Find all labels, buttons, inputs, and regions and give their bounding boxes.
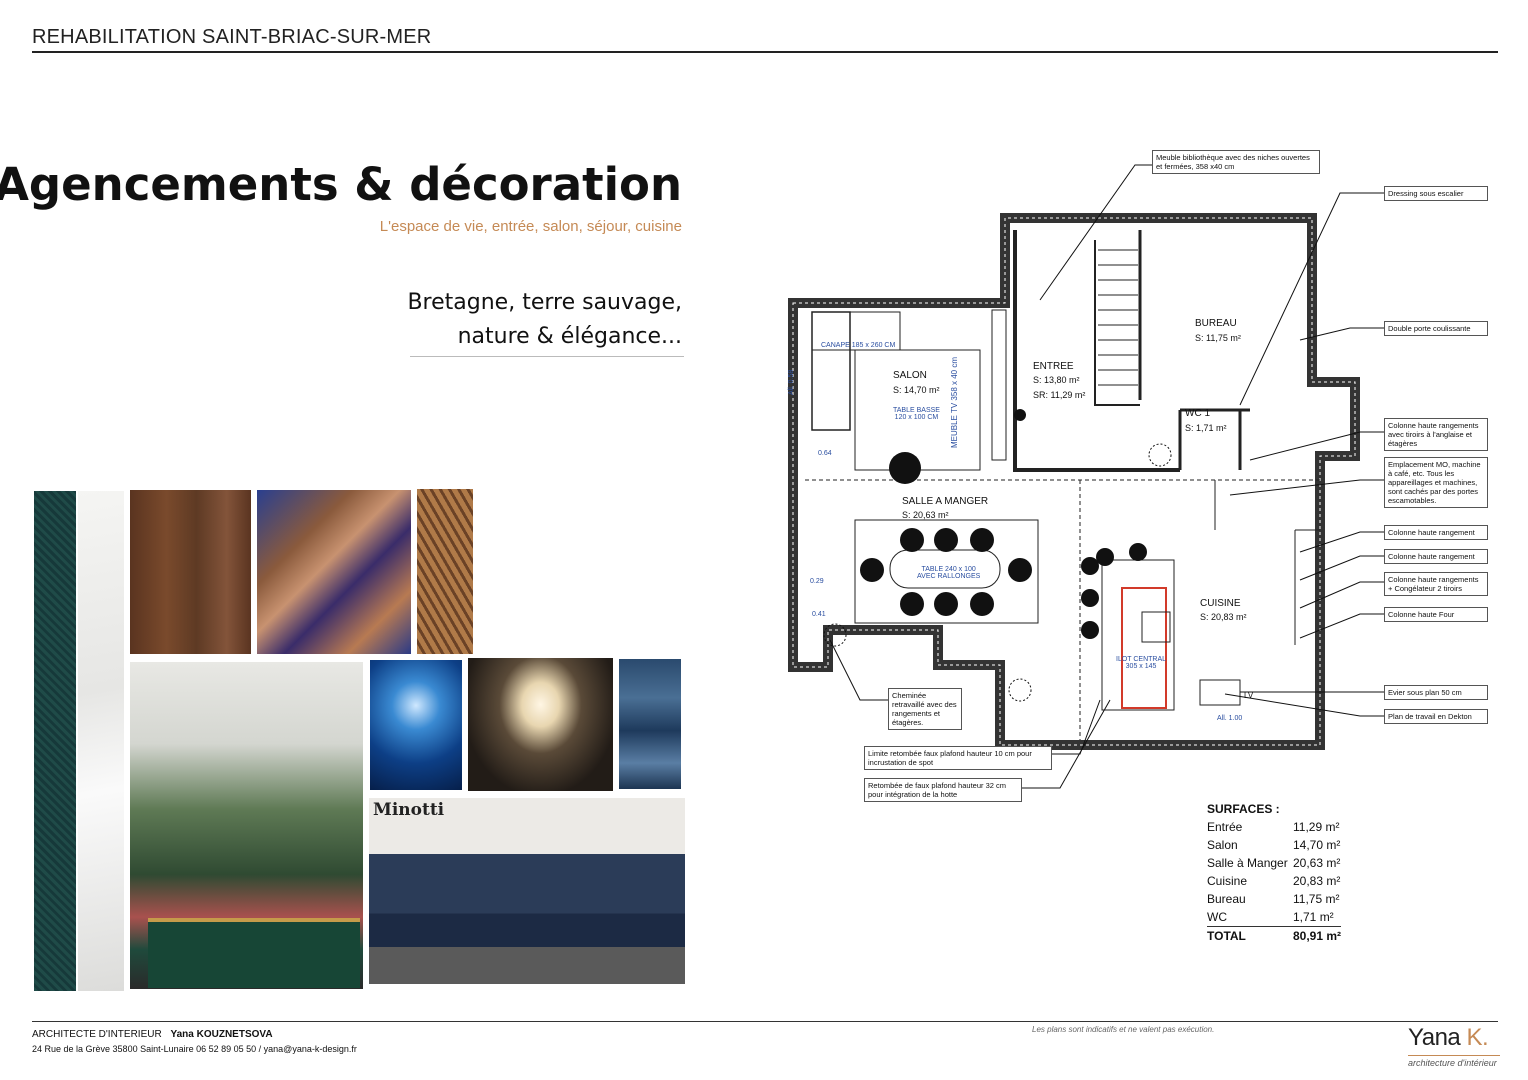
room-label-cuisine: CUISINE: [1200, 598, 1241, 609]
footer-address: 24 Rue de la Grève 35800 Saint-Lunaire 0…: [32, 1044, 357, 1054]
callout-four: Colonne haute Four: [1384, 607, 1488, 622]
room-label-wc: WC 1: [1185, 408, 1210, 419]
room-label-salle-a-manger: SALLE A MANGER: [902, 496, 989, 507]
total-label: TOTAL: [1207, 929, 1246, 943]
room-area-bureau: S: 11,75 m²: [1195, 333, 1241, 343]
room-label-entree: ENTREE: [1033, 361, 1074, 372]
surface-value: 20,83 m²: [1293, 874, 1341, 888]
room-area-entree: S: 13,80 m²: [1033, 375, 1080, 385]
table-row: Bureau 11,75 m²: [1207, 890, 1341, 908]
label-allege-100: All. 1.00: [1217, 715, 1243, 722]
brand-logo: Yana K. architecture d'intérieur: [1408, 1024, 1500, 1072]
callout-retombee-hotte: Retombée de faux plafond hauteur 32 cm p…: [864, 778, 1022, 802]
label-table-rallonges: TABLE 240 x 100 AVEC RALLONGES: [917, 566, 981, 580]
callout-limite-faux-plafond: Limite retombée faux plafond hauteur 10 …: [864, 746, 1052, 770]
logo-subtitle: architecture d'intérieur: [1408, 1055, 1500, 1068]
room-area-wc: S: 1,71 m²: [1185, 423, 1227, 433]
callout-bibliotheque: Meuble bibliothèque avec des niches ouve…: [1152, 150, 1320, 174]
table-row: WC 1,71 m²: [1207, 908, 1341, 927]
label-canape: CANAPE 185 x 260 CM: [821, 342, 896, 349]
table-row: Salle à Manger 20,63 m²: [1207, 854, 1341, 872]
room-label-salon: SALON: [893, 370, 927, 381]
footer-architect-name: Yana KOUZNETSOVA: [170, 1029, 273, 1040]
footer-role: ARCHITECTE D'INTERIEUR: [32, 1029, 162, 1040]
callout-colonne-2: Colonne haute rangement: [1384, 549, 1488, 564]
room-area-entree-sr: SR: 11,29 m²: [1033, 390, 1086, 400]
callout-colonne-1: Colonne haute rangement: [1384, 525, 1488, 540]
surface-value: 20,63 m²: [1293, 856, 1341, 870]
footer-divider: [32, 1021, 1498, 1022]
total-row: TOTAL 80,91 m²: [1207, 926, 1342, 946]
surface-name: Cuisine: [1207, 874, 1248, 888]
surface-value: 11,29 m²: [1293, 820, 1340, 834]
callout-dressing: Dressing sous escalier: [1384, 186, 1488, 201]
callout-double-porte: Double porte coulissante: [1384, 321, 1488, 336]
footer-credit: ARCHITECTE D'INTERIEUR Yana KOUZNETSOVA: [32, 1029, 273, 1040]
surface-name: Salle à Manger: [1207, 856, 1288, 870]
callout-cheminee: Cheminée retravaillé avec des rangements…: [888, 688, 962, 730]
surface-name: WC: [1207, 910, 1227, 924]
callout-evier: Evier sous plan 50 cm: [1384, 685, 1488, 700]
callout-emplacement: Emplacement MO, machine à café, etc. Tou…: [1384, 457, 1488, 508]
surfaces-table: Entrée 11,29 m² Salon 14,70 m² Salle à Man…: [1207, 818, 1342, 946]
callout-colonne-anglaise: Colonne haute rangements avec tiroirs à …: [1384, 418, 1488, 451]
label-lv: LV: [1244, 691, 1254, 700]
label-dim-064: 0.64: [818, 450, 832, 457]
logo-name: Yana: [1408, 1024, 1461, 1051]
label-dim-029: 0.29: [810, 578, 824, 585]
label-dim-041: 0.41: [812, 611, 826, 618]
callout-dekton: Plan de travail en Dekton: [1384, 709, 1488, 724]
surface-value: 1,71 m²: [1293, 910, 1334, 924]
room-area-salle-a-manger: S: 20,63 m²: [902, 510, 949, 520]
table-row: Entrée 11,29 m²: [1207, 818, 1341, 836]
logo-k: K.: [1466, 1024, 1489, 1051]
surface-name: Entrée: [1207, 820, 1243, 834]
table-row: Salon 14,70 m²: [1207, 836, 1341, 854]
label-allege-058: All. 0.58: [788, 369, 795, 395]
total-value: 80,91 m²: [1293, 929, 1342, 943]
surface-name: Bureau: [1207, 892, 1246, 906]
room-area-salon: S: 14,70 m²: [893, 385, 940, 395]
table-row: Cuisine 20,83 m²: [1207, 872, 1341, 890]
label-ilot-central: ILOT CENTRAL 305 x 145: [1116, 656, 1167, 670]
surface-value: 14,70 m²: [1293, 838, 1341, 852]
label-table-basse: TABLE BASSE 120 x 100 CM: [893, 407, 940, 421]
room-label-bureau: BUREAU: [1195, 318, 1237, 329]
surface-name: Salon: [1207, 838, 1238, 852]
callout-colonne-congelateur: Colonne haute rangements + Congélateur 2…: [1384, 572, 1488, 596]
room-area-cuisine: S: 20,83 m²: [1200, 612, 1247, 622]
surface-value: 11,75 m²: [1293, 892, 1340, 906]
surfaces-title: SURFACES :: [1207, 802, 1280, 816]
footer-disclaimer: Les plans sont indicatifs et ne valent p…: [1032, 1025, 1215, 1034]
label-meuble-tv: MEUBLE TV 358 x 40 cm: [950, 357, 959, 448]
